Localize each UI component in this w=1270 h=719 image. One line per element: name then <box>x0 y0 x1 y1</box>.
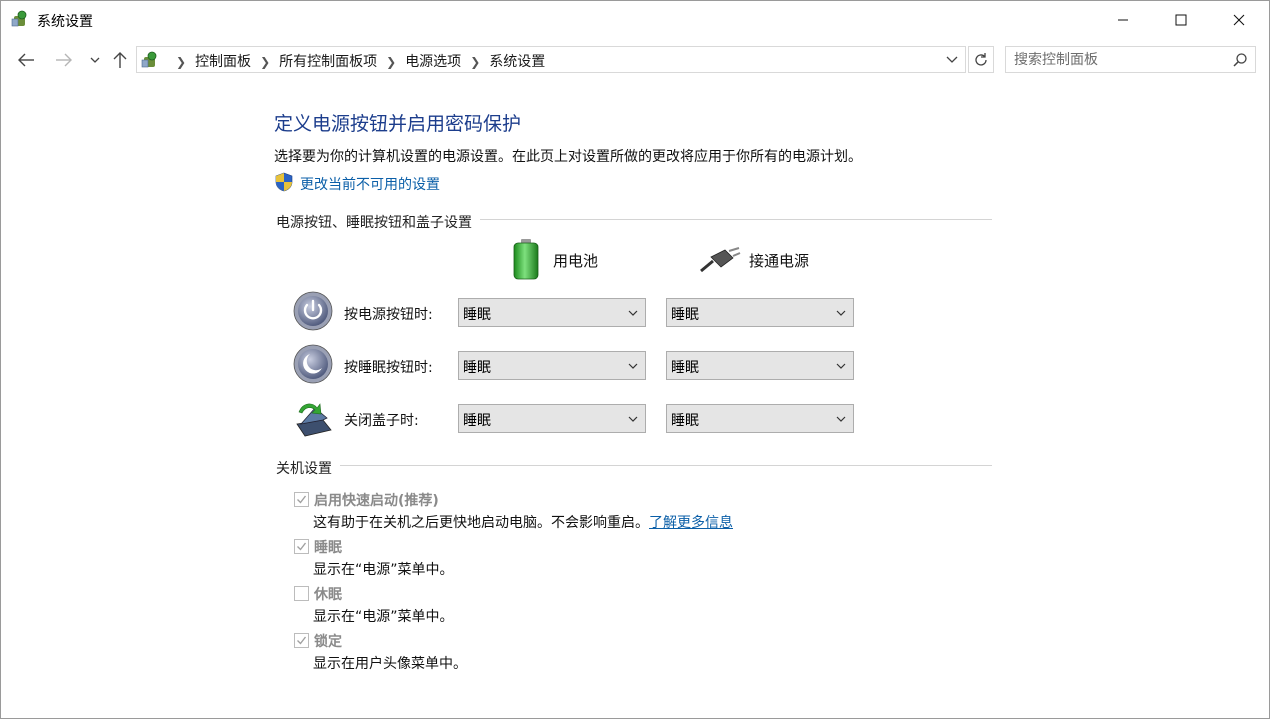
hibernate-checkbox[interactable] <box>294 586 309 601</box>
description-text: 这有助于在关机之后更快地启动电脑。不会影响重启。 <box>313 515 649 531</box>
learn-more-link[interactable]: 了解更多信息 <box>649 515 733 531</box>
select-value: 睡眠 <box>671 360 699 376</box>
chevron-down-icon <box>628 363 638 369</box>
breadcrumb: ❯ 控制面板 ❯ 所有控制面板项 ❯ 电源选项 ❯ 系统设置 <box>167 51 545 71</box>
recent-locations-button[interactable] <box>84 49 106 71</box>
battery-icon <box>513 239 539 280</box>
search-box[interactable] <box>1005 46 1256 73</box>
system-settings-window: 系统设置 ❯ 控制面板 ❯ 所有控制面板项 ❯ 电源选项 ❯ 系统设置 搜索控制… <box>0 0 1270 719</box>
forward-button[interactable] <box>53 49 75 71</box>
window-title: 系统设置 <box>37 14 93 30</box>
power-button-plugged-select[interactable]: 睡眠 <box>666 298 854 327</box>
battery-column-header: 用电池 <box>553 252 599 270</box>
search-input[interactable] <box>1014 50 1224 69</box>
fast-startup-checkbox[interactable] <box>294 492 309 507</box>
refresh-button[interactable] <box>968 46 994 73</box>
maximize-button[interactable] <box>1152 1 1210 39</box>
select-value: 睡眠 <box>671 413 699 429</box>
forward-arrow-icon <box>56 53 72 67</box>
back-arrow-icon <box>18 53 34 67</box>
power-button-battery-select[interactable]: 睡眠 <box>458 298 646 327</box>
breadcrumb-separator-icon[interactable]: ❯ <box>260 55 270 69</box>
close-button[interactable] <box>1210 1 1268 39</box>
hibernate-option-label: 休眠 <box>314 587 342 603</box>
power-plug-icon <box>700 247 741 273</box>
sleep-button-plugged-select[interactable]: 睡眠 <box>666 351 854 380</box>
address-dropdown-icon[interactable] <box>944 51 960 67</box>
chevron-down-icon <box>628 310 638 316</box>
select-value: 睡眠 <box>671 307 699 323</box>
breadcrumb-item[interactable]: 系统设置 <box>489 54 545 70</box>
page-description: 选择要为你的计算机设置的电源设置。在此页上对设置所做的更改将应用于你所有的电源计… <box>274 149 862 165</box>
hibernate-option-description: 显示在“电源”菜单中。 <box>313 609 454 625</box>
back-button[interactable] <box>15 49 37 71</box>
page-title: 定义电源按钮并启用密码保护 <box>274 113 522 135</box>
checkmark-icon <box>297 636 307 645</box>
chevron-down-icon <box>90 57 100 63</box>
lock-checkbox[interactable] <box>294 633 309 648</box>
lock-option-label: 锁定 <box>314 634 342 650</box>
lock-option-description: 显示在用户头像菜单中。 <box>313 656 467 672</box>
section-divider <box>276 465 992 466</box>
maximize-icon <box>1175 14 1187 26</box>
checkmark-icon <box>297 495 307 504</box>
search-icon[interactable] <box>1232 52 1248 68</box>
uac-shield-icon <box>275 172 293 192</box>
address-bar[interactable]: ❯ 控制面板 ❯ 所有控制面板项 ❯ 电源选项 ❯ 系统设置 <box>136 46 966 73</box>
sleep-checkbox[interactable] <box>294 539 309 554</box>
control-panel-icon <box>141 51 157 68</box>
minimize-icon <box>1118 19 1128 21</box>
breadcrumb-item[interactable]: 电源选项 <box>405 54 461 70</box>
checkmark-icon <box>297 542 307 551</box>
minimize-button[interactable] <box>1094 1 1152 39</box>
title-bar: 系统设置 <box>1 1 1269 39</box>
fast-startup-description: 这有助于在关机之后更快地启动电脑。不会影响重启。了解更多信息 <box>313 512 733 532</box>
buttons-section-label: 电源按钮、睡眠按钮和盖子设置 <box>276 212 480 232</box>
lid-close-plugged-select[interactable]: 睡眠 <box>666 404 854 433</box>
chevron-down-icon <box>836 363 846 369</box>
breadcrumb-item[interactable]: 所有控制面板项 <box>279 54 377 70</box>
control-panel-icon <box>11 10 27 27</box>
lid-close-label: 关闭盖子时: <box>344 413 419 429</box>
sleep-button-icon <box>293 344 333 384</box>
laptop-lid-icon <box>296 403 332 437</box>
chevron-down-icon <box>836 310 846 316</box>
power-button-label: 按电源按钮时: <box>344 307 433 323</box>
up-arrow-icon <box>113 52 127 68</box>
close-icon <box>1233 14 1245 26</box>
sleep-button-battery-select[interactable]: 睡眠 <box>458 351 646 380</box>
fast-startup-label: 启用快速启动(推荐) <box>314 493 439 509</box>
refresh-icon <box>975 52 987 66</box>
breadcrumb-separator-icon: ❯ <box>176 55 187 69</box>
sleep-option-label: 睡眠 <box>314 540 342 556</box>
sleep-option-description: 显示在“电源”菜单中。 <box>313 562 454 578</box>
breadcrumb-separator-icon[interactable]: ❯ <box>386 55 396 69</box>
select-value: 睡眠 <box>463 413 491 429</box>
chevron-down-icon <box>836 416 846 422</box>
breadcrumb-separator-icon[interactable]: ❯ <box>470 55 480 69</box>
lid-close-battery-select[interactable]: 睡眠 <box>458 404 646 433</box>
change-unavailable-settings-link[interactable]: 更改当前不可用的设置 <box>300 174 440 194</box>
select-value: 睡眠 <box>463 360 491 376</box>
sleep-button-label: 按睡眠按钮时: <box>344 360 433 376</box>
plugged-in-column-header: 接通电源 <box>749 252 810 270</box>
select-value: 睡眠 <box>463 307 491 323</box>
up-button[interactable] <box>109 49 131 71</box>
power-button-icon <box>293 291 333 331</box>
chevron-down-icon <box>628 416 638 422</box>
shutdown-section-label: 关机设置 <box>276 458 340 478</box>
breadcrumb-item[interactable]: 控制面板 <box>195 54 251 70</box>
